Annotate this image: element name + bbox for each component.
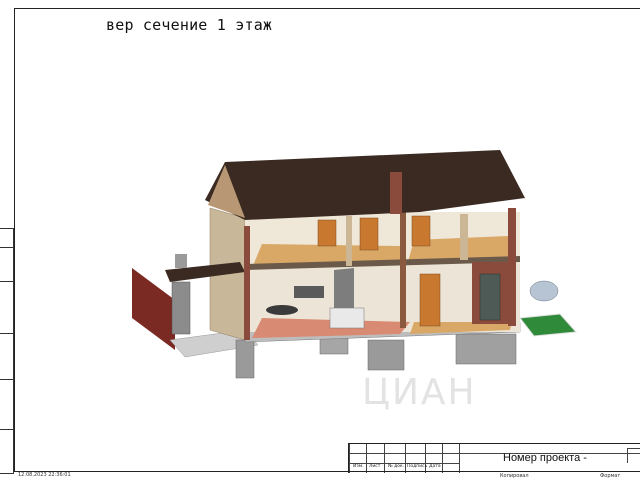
title-block-column: Дата xyxy=(429,464,441,469)
foundation-pier xyxy=(235,339,255,379)
interior-wall xyxy=(400,210,406,328)
title-block-column: Изм. xyxy=(353,464,364,469)
title-block-rule xyxy=(366,444,367,473)
door xyxy=(411,215,431,247)
title-block-column: Лист xyxy=(369,464,381,469)
grill-chimney xyxy=(175,254,187,268)
date-stamp: 12.08.2023 22:36:01 xyxy=(18,472,71,478)
title-block-rule xyxy=(459,444,460,473)
interior-wall xyxy=(346,216,352,266)
dining-table xyxy=(266,305,298,315)
format-label: Формат xyxy=(600,473,621,479)
title-block-rule xyxy=(442,444,443,473)
title-block: Изм. Лист № док. Подпись Дата xyxy=(348,443,640,473)
outdoor-grill xyxy=(171,281,191,335)
sofa xyxy=(294,286,324,298)
house-section-drawing xyxy=(132,150,578,379)
title-block-rule xyxy=(405,444,406,473)
door xyxy=(359,217,379,251)
chimney xyxy=(390,172,402,214)
outdoor-unit xyxy=(529,280,559,302)
title-block-rule xyxy=(349,453,640,454)
title-block-rule xyxy=(384,444,385,473)
copied-label: Копировал xyxy=(500,473,529,479)
fence xyxy=(132,268,175,350)
title-block-column: Подпись xyxy=(407,464,428,469)
title-block-column: № док. xyxy=(388,464,405,469)
foundation-pier xyxy=(367,339,405,371)
column xyxy=(244,226,250,340)
sheet-number-cell xyxy=(627,448,640,463)
title-block-rule xyxy=(349,444,350,473)
door xyxy=(317,219,337,247)
staircase xyxy=(334,268,354,310)
door xyxy=(419,273,441,327)
drawing-sheet: вер сечение 1 этаж ЦИАН Изм. Лист № док.… xyxy=(0,0,640,480)
interior-wall xyxy=(460,214,468,260)
lawn xyxy=(519,313,578,337)
entry-door xyxy=(479,273,501,321)
project-number-label: Номер проекта - xyxy=(503,452,587,464)
kitchen-island xyxy=(329,307,365,329)
column xyxy=(508,208,516,326)
main-roof xyxy=(205,150,525,220)
foundation-pier xyxy=(455,333,517,365)
